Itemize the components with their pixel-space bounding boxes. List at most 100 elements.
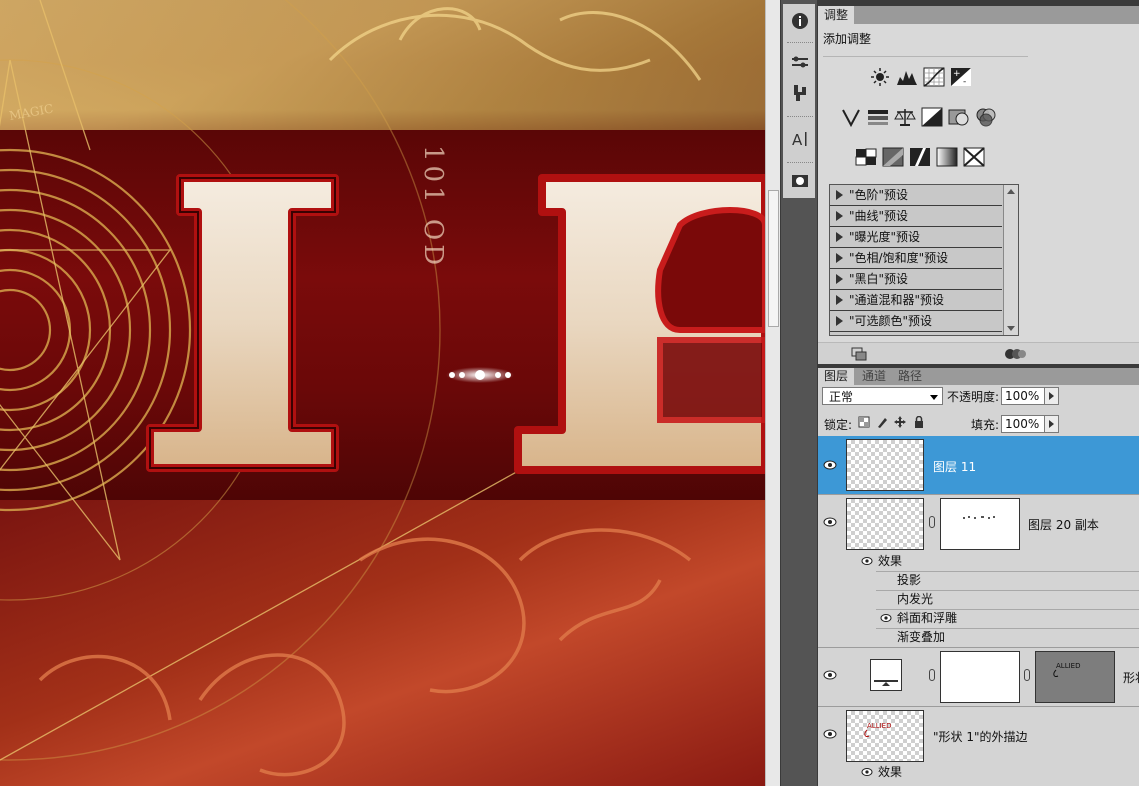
view-previous-state-icon[interactable] [1004, 346, 1026, 365]
posterize-icon[interactable] [882, 146, 904, 168]
layer-mask-thumbnail[interactable] [940, 498, 1020, 550]
svg-text:MAGIC: MAGIC [8, 101, 54, 123]
adjustment-presets-list[interactable]: "色阶"预设 "曲线"预设 "曝光度"预设 "色相/饱和度"预设 "黑白"预设 … [829, 184, 1019, 336]
expand-triangle-icon[interactable] [836, 190, 843, 200]
layer-row[interactable]: ALLIED "形状 1"的外描边 [818, 707, 1139, 765]
lock-pixels-icon[interactable] [876, 416, 888, 431]
dock-panel: A [783, 4, 815, 198]
vector-mask-thumbnail[interactable]: ALLIED [1035, 651, 1115, 703]
scrollbar-thumb[interactable] [768, 190, 779, 327]
brush-presets-icon[interactable] [789, 52, 811, 74]
opacity-label: 不透明度: [947, 390, 1000, 404]
preset-item[interactable]: "色相/饱和度"预设 [830, 248, 1002, 269]
channel-mixer-icon[interactable] [975, 106, 997, 128]
layer-mask-thumbnail[interactable] [940, 651, 1020, 703]
blend-mode-select[interactable]: 正常 [822, 387, 943, 405]
preset-item[interactable]: "曲线"预设 [830, 206, 1002, 227]
layer-effects-row[interactable]: 效果 [818, 763, 1139, 782]
vibrance-icon[interactable] [840, 106, 862, 128]
brightness-icon[interactable] [869, 66, 891, 88]
adjustments-footer [818, 342, 1139, 365]
svg-text:+: + [953, 69, 961, 79]
expand-triangle-icon[interactable] [836, 211, 843, 221]
visibility-eye-icon[interactable] [821, 668, 839, 682]
threshold-icon[interactable] [909, 146, 931, 168]
layers-panel: 图层 通道 路径 正常 不透明度: 100% 锁定: 填充: 100% 图层 1… [818, 364, 1139, 786]
clone-source-icon[interactable] [789, 82, 811, 104]
expand-triangle-icon[interactable] [836, 316, 843, 326]
photo-filter-icon[interactable] [948, 106, 970, 128]
layer-thumbnail [846, 439, 924, 491]
layer-row[interactable]: 图层 11 [818, 436, 1139, 495]
gradient-map-icon[interactable] [936, 146, 958, 168]
effect-drop-shadow[interactable]: 投影 [818, 571, 1139, 590]
expand-triangle-icon[interactable] [836, 295, 843, 305]
tab-layers[interactable]: 图层 [818, 368, 855, 385]
dock-separator [787, 42, 813, 43]
dock-separator [787, 162, 813, 163]
layer-thumbnail [846, 498, 924, 550]
adjustment-layer-icon[interactable] [870, 659, 902, 691]
invert-icon[interactable] [855, 146, 877, 168]
exposure-icon[interactable]: + - [950, 66, 972, 88]
lock-all-icon[interactable] [913, 415, 925, 431]
layer-row[interactable]: 图层 20 副本 [818, 495, 1139, 553]
tab-adjustments[interactable]: 调整 [818, 6, 855, 24]
info-icon[interactable] [789, 10, 811, 32]
document-canvas[interactable]: 101 OD MAGIC [0, 0, 765, 786]
preset-item[interactable]: "可选颜色"预设 [830, 311, 1002, 332]
lock-position-icon[interactable] [894, 416, 906, 431]
opacity-input[interactable]: 100% [1001, 387, 1045, 405]
mask-icon[interactable] [789, 170, 811, 192]
layer-name[interactable]: "形状 1"的外描边 [933, 728, 1028, 745]
canvas-vertical-scrollbar[interactable] [765, 0, 780, 786]
fill-input[interactable]: 100% [1001, 415, 1045, 433]
effect-inner-glow[interactable]: 内发光 [818, 590, 1139, 609]
preset-item[interactable]: "曝光度"预设 [830, 227, 1002, 248]
hue-saturation-icon[interactable] [867, 106, 889, 128]
layer-effects-row[interactable]: 效果 [818, 552, 1139, 571]
layer-row[interactable]: ALLIED 形状 1 [818, 648, 1139, 707]
layer-name[interactable]: 图层 11 [933, 458, 976, 475]
effect-gradient-overlay[interactable]: 渐变叠加 [818, 628, 1139, 648]
visibility-eye-icon[interactable] [860, 766, 874, 778]
black-white-icon[interactable] [921, 106, 943, 128]
svg-text:ALLIED: ALLIED [1056, 662, 1080, 670]
visibility-eye-icon[interactable] [821, 515, 839, 529]
fill-slider-button[interactable] [1044, 415, 1059, 433]
effect-label: 内发光 [897, 592, 934, 606]
curves-icon[interactable] [923, 66, 945, 88]
levels-icon[interactable] [896, 66, 918, 88]
visibility-eye-icon[interactable] [821, 458, 839, 472]
chevron-down-icon [930, 395, 938, 400]
layer-name[interactable]: 图层 20 副本 [1028, 516, 1099, 533]
visibility-eye-icon[interactable] [879, 612, 893, 624]
link-chain-icon[interactable] [929, 669, 935, 681]
visibility-eye-icon[interactable] [821, 727, 839, 741]
expand-triangle-icon[interactable] [836, 274, 843, 284]
preset-item[interactable]: "黑白"预设 [830, 269, 1002, 290]
clip-to-layer-icon[interactable] [851, 346, 869, 365]
presets-scrollbar[interactable] [1003, 185, 1018, 335]
link-chain-icon[interactable] [1024, 669, 1030, 681]
adjustment-icons-row-3 [855, 146, 985, 168]
expand-triangle-icon[interactable] [836, 232, 843, 242]
lock-transparent-icon[interactable] [858, 416, 870, 431]
visibility-eye-icon[interactable] [860, 555, 874, 567]
adjustments-panel: 调整 添加调整 + - "色阶"预设 "曲线"预设 "曝光度"预设 "色相/饱和… [818, 0, 1139, 365]
effect-bevel-emboss[interactable]: 斜面和浮雕 [818, 609, 1139, 628]
title-letter-i [146, 174, 339, 472]
layer-name[interactable]: 形状 1 [1123, 669, 1139, 686]
color-balance-icon[interactable] [894, 106, 916, 128]
selective-color-icon[interactable] [963, 146, 985, 168]
link-chain-icon[interactable] [929, 516, 935, 528]
character-icon[interactable]: A [789, 128, 811, 150]
expand-triangle-icon[interactable] [836, 253, 843, 263]
tab-channels[interactable]: 通道 [856, 368, 892, 385]
preset-item[interactable]: "色阶"预设 [830, 185, 1002, 206]
opacity-slider-button[interactable] [1044, 387, 1059, 405]
effects-label: 效果 [878, 554, 903, 568]
preset-item[interactable]: "通道混和器"预设 [830, 290, 1002, 311]
tab-paths[interactable]: 路径 [892, 368, 928, 385]
layer-thumbnail: ALLIED [846, 710, 924, 762]
